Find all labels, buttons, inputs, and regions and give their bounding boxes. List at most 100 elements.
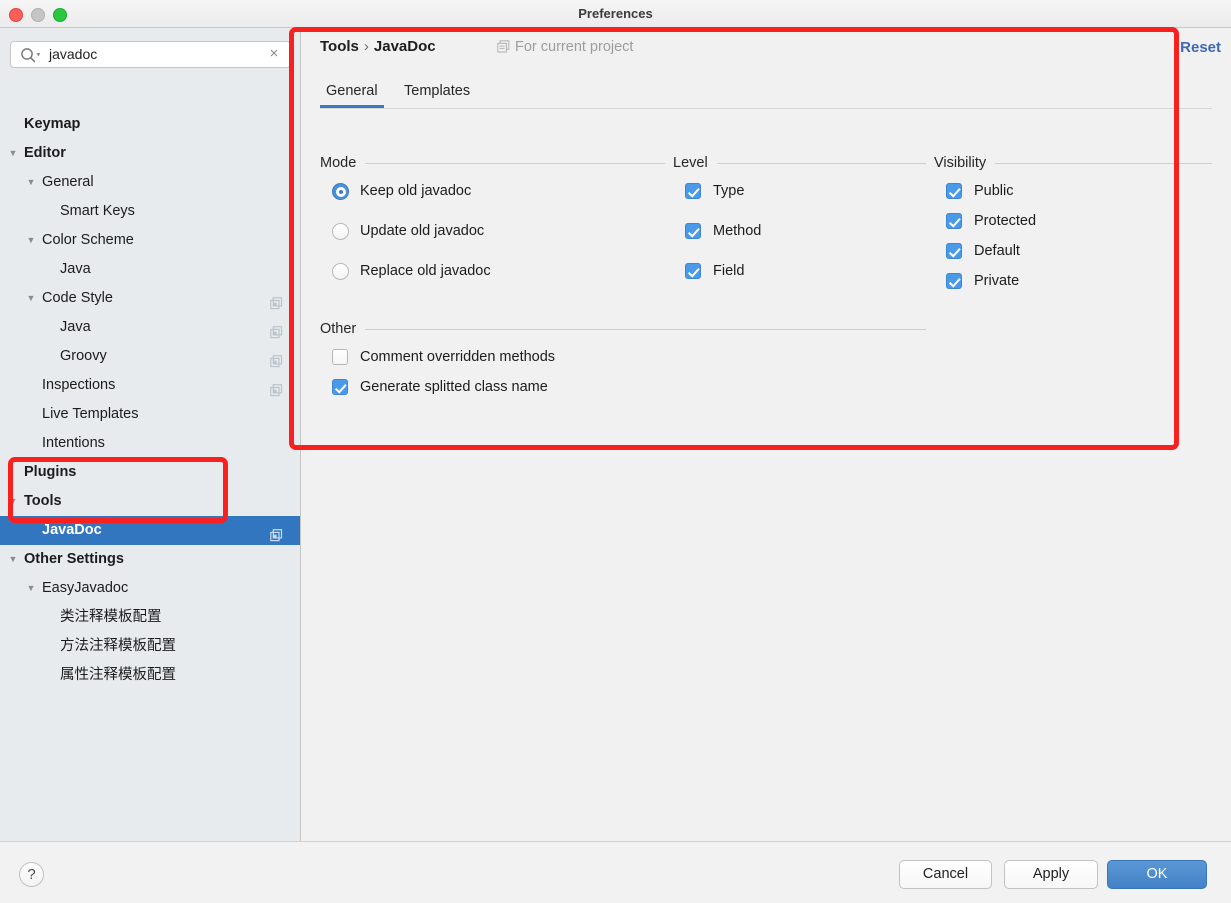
sidebar-item-label: 类注释模板配置 (60, 609, 162, 625)
sidebar-item-row-12[interactable]: Plugins (0, 458, 300, 487)
help-button[interactable]: ? (19, 862, 44, 887)
checkbox-checked-icon[interactable] (685, 183, 701, 199)
ok-button[interactable]: OK (1107, 860, 1207, 889)
option-label: Comment overridden methods (360, 349, 556, 365)
sidebar-item-row-19[interactable]: 属性注释模板配置 (0, 661, 300, 690)
checkbox-checked-icon[interactable] (946, 183, 962, 199)
search-field-wrapper: javadoc × (10, 41, 291, 68)
dialog-footer: ? Cancel Apply OK (0, 841, 1231, 903)
sidebar-item-row-15[interactable]: ▼ Other Settings (0, 545, 300, 574)
sidebar-item-row-3[interactable]: Smart Keys (0, 197, 300, 226)
option-label: Replace old javadoc (360, 263, 491, 279)
sidebar-item-label: JavaDoc (42, 522, 102, 538)
chevron-down-icon[interactable]: ▼ (6, 139, 20, 168)
section-other-rule (320, 329, 926, 330)
checkbox-checked-icon[interactable] (685, 223, 701, 239)
sidebar-item-row-1[interactable]: ▼ Editor (0, 139, 300, 168)
sidebar-item-label: Java (60, 319, 91, 335)
sidebar-item-row-2[interactable]: ▼ General (0, 168, 300, 197)
copy-settings-icon[interactable] (270, 321, 283, 339)
sidebar-item-label: Inspections (42, 377, 116, 393)
settings-main-panel: Tools › JavaDoc For current project Reset … (301, 28, 1231, 841)
scope-label: For current project (515, 39, 634, 55)
sidebar-item-row-17[interactable]: 类注释模板配置 (0, 603, 300, 632)
breadcrumb: Tools › JavaDoc (320, 38, 436, 55)
sidebar-item-label: Plugins (24, 464, 77, 480)
clear-search-icon[interactable]: × (266, 46, 282, 62)
option-label: Private (974, 273, 1020, 289)
checkbox-checked-icon[interactable] (685, 263, 701, 279)
section-other-header: Other (320, 320, 926, 338)
chevron-down-icon[interactable]: ▼ (24, 284, 38, 313)
settings-tree: Keymap ▼ Editor ▼ General Smart Keys ▼ Color Sc… (0, 110, 300, 690)
section-mode-title: Mode (320, 154, 366, 172)
tab-general[interactable]: General (320, 78, 384, 108)
sidebar-item-label: Smart Keys (60, 203, 135, 219)
chevron-down-icon[interactable]: ▼ (6, 545, 20, 574)
copy-settings-icon[interactable] (270, 524, 283, 542)
tab-templates[interactable]: Templates (398, 78, 476, 108)
chevron-down-icon[interactable]: ▼ (6, 487, 20, 516)
sidebar-item-label: 属性注释模板配置 (60, 667, 176, 683)
copy-settings-icon[interactable] (270, 350, 283, 368)
checkbox-checked-icon[interactable] (946, 273, 962, 289)
radio-selected-icon[interactable] (332, 183, 349, 200)
checkbox-unchecked-icon[interactable] (332, 349, 348, 365)
sidebar-item-label: Keymap (24, 116, 81, 132)
sidebar-item-label: Editor (24, 145, 66, 161)
chevron-down-icon[interactable]: ▼ (24, 168, 38, 197)
sidebar-item-row-6[interactable]: ▼ Code Style (0, 284, 300, 313)
title-bar: Preferences (0, 0, 1231, 28)
sidebar-item-label: Intentions (42, 435, 105, 451)
sidebar-item-row-13[interactable]: ▼ Tools (0, 487, 300, 516)
search-icon (20, 47, 42, 63)
radio-unselected-icon[interactable] (332, 223, 349, 240)
sidebar-item-row-0[interactable]: Keymap (0, 110, 300, 139)
sidebar-item-row-7[interactable]: Java (0, 313, 300, 342)
radio-unselected-icon[interactable] (332, 263, 349, 280)
project-scope-icon (497, 40, 510, 53)
search-input[interactable]: javadoc × (10, 41, 291, 68)
cancel-button[interactable]: Cancel (899, 860, 992, 889)
copy-settings-icon[interactable] (270, 292, 283, 310)
section-mode-rule (320, 163, 665, 164)
settings-sidebar: javadoc × Keymap ▼ Editor ▼ General Smart Key… (0, 28, 301, 841)
reset-link[interactable]: Reset (1180, 39, 1221, 56)
section-visibility-header: Visibility (934, 154, 1212, 172)
sidebar-item-javadoc[interactable]: JavaDoc (0, 516, 300, 545)
sidebar-item-row-18[interactable]: 方法注释模板配置 (0, 632, 300, 661)
option-label: Keep old javadoc (360, 183, 472, 199)
sidebar-item-row-8[interactable]: Groovy (0, 342, 300, 371)
sidebar-item-label: General (42, 174, 94, 190)
chevron-down-icon[interactable]: ▼ (24, 574, 38, 603)
checkbox-checked-icon[interactable] (946, 243, 962, 259)
sidebar-item-label: Code Style (42, 290, 113, 306)
sidebar-item-row-9[interactable]: Inspections (0, 371, 300, 400)
copy-settings-icon[interactable] (270, 379, 283, 397)
option-label: Protected (974, 213, 1037, 229)
sidebar-item-row-11[interactable]: Intentions (0, 429, 300, 458)
option-label: Default (974, 243, 1020, 259)
sidebar-item-row-10[interactable]: Live Templates (0, 400, 300, 429)
section-level-title: Level (673, 154, 717, 172)
chevron-down-icon[interactable]: ▼ (24, 226, 38, 255)
sidebar-item-label: Color Scheme (42, 232, 134, 248)
sidebar-item-label: Other Settings (24, 551, 124, 567)
settings-tabs: General Templates (320, 78, 1212, 109)
option-label: Public (974, 183, 1014, 199)
preferences-window: Preferences javadoc × Keymap ▼ Editor ▼ Gene… (0, 0, 1231, 903)
sidebar-item-row-4[interactable]: ▼ Color Scheme (0, 226, 300, 255)
option-label: Type (713, 183, 745, 199)
sidebar-item-row-16[interactable]: ▼ EasyJavadoc (0, 574, 300, 603)
scope-indicator: For current project (497, 39, 633, 55)
sidebar-item-label: Java (60, 261, 91, 277)
breadcrumb-root[interactable]: Tools (320, 38, 359, 55)
section-mode-header: Mode (320, 154, 665, 172)
checkbox-checked-icon[interactable] (946, 213, 962, 229)
checkbox-checked-icon[interactable] (332, 379, 348, 395)
sidebar-item-label: Tools (24, 493, 62, 509)
sidebar-item-row-5[interactable]: Java (0, 255, 300, 284)
option-label: Method (713, 223, 762, 239)
apply-button[interactable]: Apply (1004, 860, 1098, 889)
breadcrumb-leaf: JavaDoc (373, 38, 436, 55)
